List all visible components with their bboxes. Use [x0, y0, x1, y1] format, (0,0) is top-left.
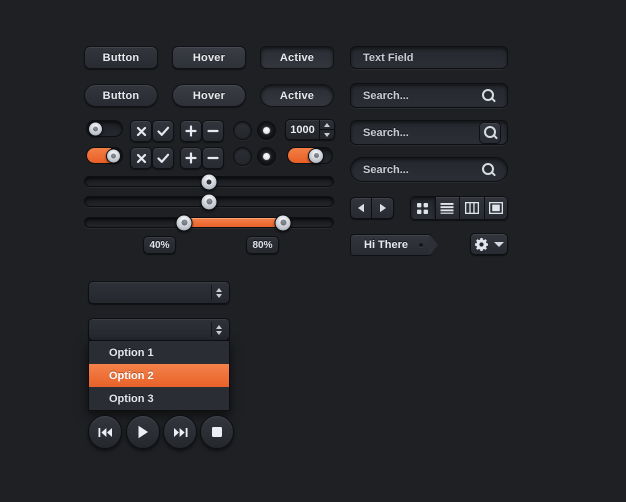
button-active-pill[interactable]: Active: [260, 84, 334, 107]
list-view-button[interactable]: [436, 197, 460, 219]
select-open[interactable]: [88, 318, 230, 341]
toggle-knob[interactable]: [308, 147, 324, 164]
select-option-1[interactable]: Option 1: [89, 341, 229, 364]
close-icon: [136, 126, 146, 136]
toggle-switch-on[interactable]: [86, 147, 123, 164]
button-hover-rect[interactable]: Hover: [172, 46, 246, 69]
search-icon[interactable]: [482, 89, 495, 102]
play-icon: [138, 425, 148, 439]
button-normal-rect[interactable]: Button: [84, 46, 158, 69]
coverflow-view-button[interactable]: [485, 197, 508, 219]
close-icon-button[interactable]: [130, 120, 152, 142]
toggle-knob[interactable]: [106, 148, 121, 163]
stepper-up-arrow[interactable]: [320, 120, 334, 130]
forward-arrow-icon: [379, 203, 386, 213]
next-track-button[interactable]: [163, 415, 197, 449]
tag-hole-icon: [419, 243, 424, 247]
play-button[interactable]: [126, 415, 160, 449]
gear-icon: [474, 237, 488, 251]
number-stepper[interactable]: 1000: [285, 119, 335, 140]
close-icon-button[interactable]: [130, 147, 152, 169]
radio-button-selected[interactable]: [257, 121, 276, 140]
grid-view-icon: [417, 202, 429, 214]
next-track-icon: [173, 427, 187, 437]
text-field[interactable]: Text Field: [350, 46, 508, 69]
text-field-value: Text Field: [363, 51, 414, 64]
previous-track-icon: [98, 427, 112, 437]
check-icon: [156, 126, 169, 136]
stop-icon: [212, 427, 222, 437]
back-arrow-icon: [358, 203, 364, 213]
search-placeholder: Search...: [363, 89, 409, 102]
label-tag-text: Hi There: [364, 239, 409, 251]
search-icon: [483, 126, 497, 139]
range-slider[interactable]: [84, 214, 334, 231]
range-label-min: 40%: [143, 236, 176, 254]
view-mode-segment: [410, 196, 508, 220]
ui-kit-canvas: Button Hover Active Button Hover Active …: [0, 0, 626, 502]
select-option-list: Option 1 Option 2 Option 3: [88, 340, 230, 411]
check-icon: [156, 153, 169, 163]
plus-icon: [185, 152, 197, 164]
plus-icon-button[interactable]: [180, 120, 202, 142]
toggle-switch-off[interactable]: [86, 120, 123, 137]
slider-handle[interactable]: [200, 173, 218, 190]
minus-icon: [207, 129, 219, 133]
select-option-3[interactable]: Option 3: [89, 387, 229, 410]
gear-dropdown-button[interactable]: [470, 233, 508, 255]
radio-button-unselected[interactable]: [233, 147, 252, 166]
back-button[interactable]: [351, 198, 373, 218]
select-closed[interactable]: [88, 281, 230, 304]
close-icon: [136, 153, 146, 163]
coverflow-view-icon: [488, 202, 503, 214]
plus-icon-button[interactable]: [180, 147, 202, 169]
search-field-with-button[interactable]: Search...: [350, 120, 508, 145]
search-icon[interactable]: [482, 163, 495, 176]
search-placeholder: Search...: [363, 163, 409, 176]
forward-button[interactable]: [372, 198, 393, 218]
range-label-max: 80%: [246, 236, 279, 254]
check-icon-button[interactable]: [152, 120, 174, 142]
search-button[interactable]: [479, 121, 501, 144]
select-stepper-icon[interactable]: [211, 322, 225, 337]
slider-handle[interactable]: [200, 193, 218, 210]
range-handle-max[interactable]: [274, 214, 292, 231]
label-tag[interactable]: Hi There: [350, 234, 439, 256]
minus-icon: [207, 156, 219, 160]
minus-icon-button[interactable]: [202, 120, 224, 142]
search-field-rect[interactable]: Search...: [350, 83, 508, 108]
button-active-rect[interactable]: Active: [260, 46, 334, 69]
toggle-knob[interactable]: [88, 121, 103, 136]
stepper-down-arrow[interactable]: [320, 130, 334, 139]
stop-button[interactable]: [200, 415, 234, 449]
chevron-down-icon: [493, 241, 504, 247]
column-view-button[interactable]: [460, 197, 485, 219]
list-view-icon: [440, 203, 454, 214]
plus-icon: [185, 125, 197, 137]
toggle-switch-wide-on[interactable]: [287, 147, 333, 164]
select-option-2[interactable]: Option 2: [89, 364, 229, 387]
stepper-arrows: [319, 120, 334, 139]
grid-view-button[interactable]: [411, 197, 436, 219]
minus-icon-button[interactable]: [202, 147, 224, 169]
button-normal-pill[interactable]: Button: [84, 84, 158, 107]
radio-button-selected[interactable]: [257, 147, 276, 166]
range-handle-min[interactable]: [175, 214, 193, 231]
previous-track-button[interactable]: [88, 415, 122, 449]
range-fill: [184, 218, 284, 227]
slider-two[interactable]: [84, 193, 334, 210]
search-placeholder: Search...: [363, 126, 409, 139]
check-icon-button[interactable]: [152, 147, 174, 169]
search-field-pill[interactable]: Search...: [350, 157, 508, 182]
button-hover-pill[interactable]: Hover: [172, 84, 246, 107]
navigation-segment: [350, 197, 394, 219]
column-view-icon: [464, 202, 479, 214]
slider-one[interactable]: [84, 173, 334, 190]
radio-button-unselected[interactable]: [233, 121, 252, 140]
select-stepper-icon[interactable]: [211, 285, 225, 300]
stepper-value[interactable]: 1000: [286, 120, 319, 139]
